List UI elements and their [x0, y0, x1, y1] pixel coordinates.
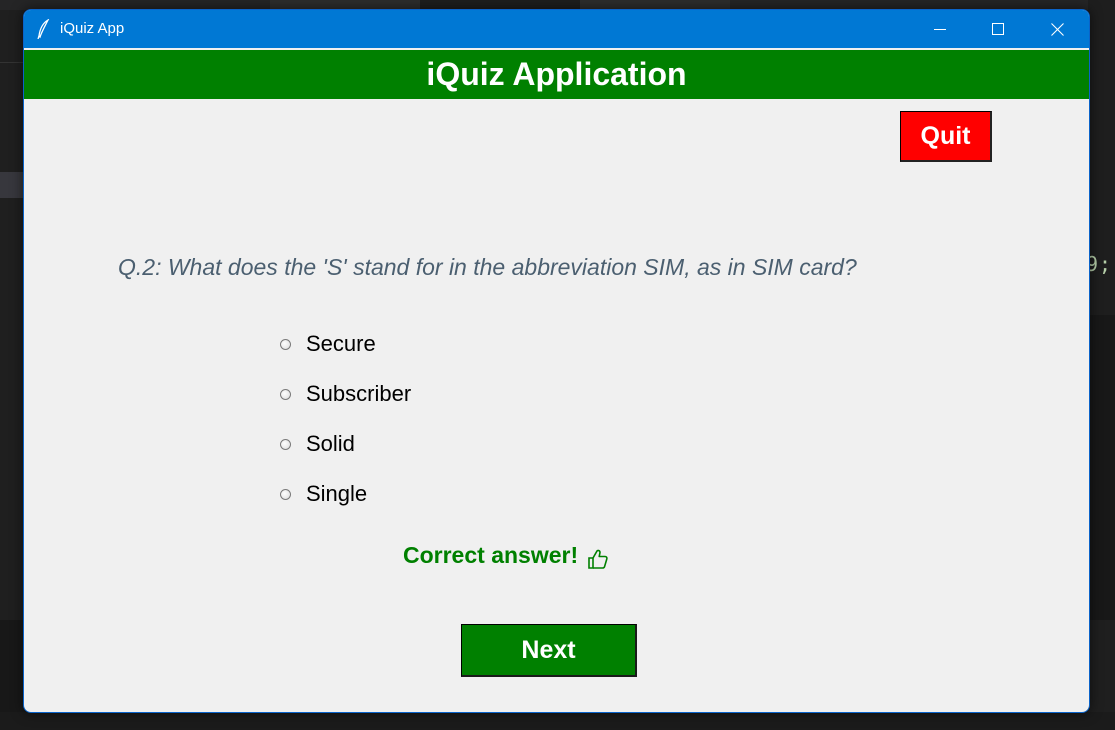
option-subscriber[interactable]: Subscriber [280, 379, 411, 409]
minimize-button[interactable] [911, 10, 969, 48]
thumbs-up-icon [588, 549, 608, 569]
radio-button[interactable] [280, 438, 291, 450]
option-label: Single [306, 481, 368, 506]
close-button[interactable] [1028, 10, 1086, 48]
radio-button[interactable] [280, 388, 291, 400]
option-solid[interactable]: Solid [280, 429, 355, 459]
feedback-text: Correct answer! [403, 541, 579, 568]
option-single[interactable]: Single [280, 479, 367, 509]
background-sidebar-highlight [0, 172, 24, 198]
background-editor-area [1088, 315, 1115, 620]
close-icon [1050, 22, 1064, 36]
maximize-icon [992, 23, 1004, 35]
radio-button[interactable] [280, 338, 291, 350]
app-header-title: iQuiz Application [24, 50, 1089, 99]
option-secure[interactable]: Secure [280, 329, 376, 359]
title-bar[interactable]: iQuiz App [24, 10, 1089, 48]
desktop-background: 9; iQuiz App iQuiz Application Quit Q.2:… [0, 0, 1115, 730]
window-title: iQuiz App [60, 20, 125, 37]
option-label: Subscriber [306, 381, 412, 406]
quit-button[interactable]: Quit [900, 111, 992, 162]
question-text: Q.2: What does the 'S' stand for in the … [118, 254, 857, 280]
background-divider [0, 62, 24, 63]
next-button[interactable]: Next [461, 624, 637, 677]
answer-feedback: Correct answer! [403, 540, 609, 570]
minimize-icon [934, 29, 946, 30]
maximize-button[interactable] [969, 10, 1027, 48]
background-statusbar [0, 712, 1115, 730]
radio-button[interactable] [280, 488, 291, 500]
option-label: Solid [306, 431, 355, 456]
feather-icon [37, 19, 50, 39]
option-label: Secure [306, 331, 376, 356]
quiz-window: iQuiz App iQuiz Application Quit Q.2: Wh… [23, 9, 1090, 713]
